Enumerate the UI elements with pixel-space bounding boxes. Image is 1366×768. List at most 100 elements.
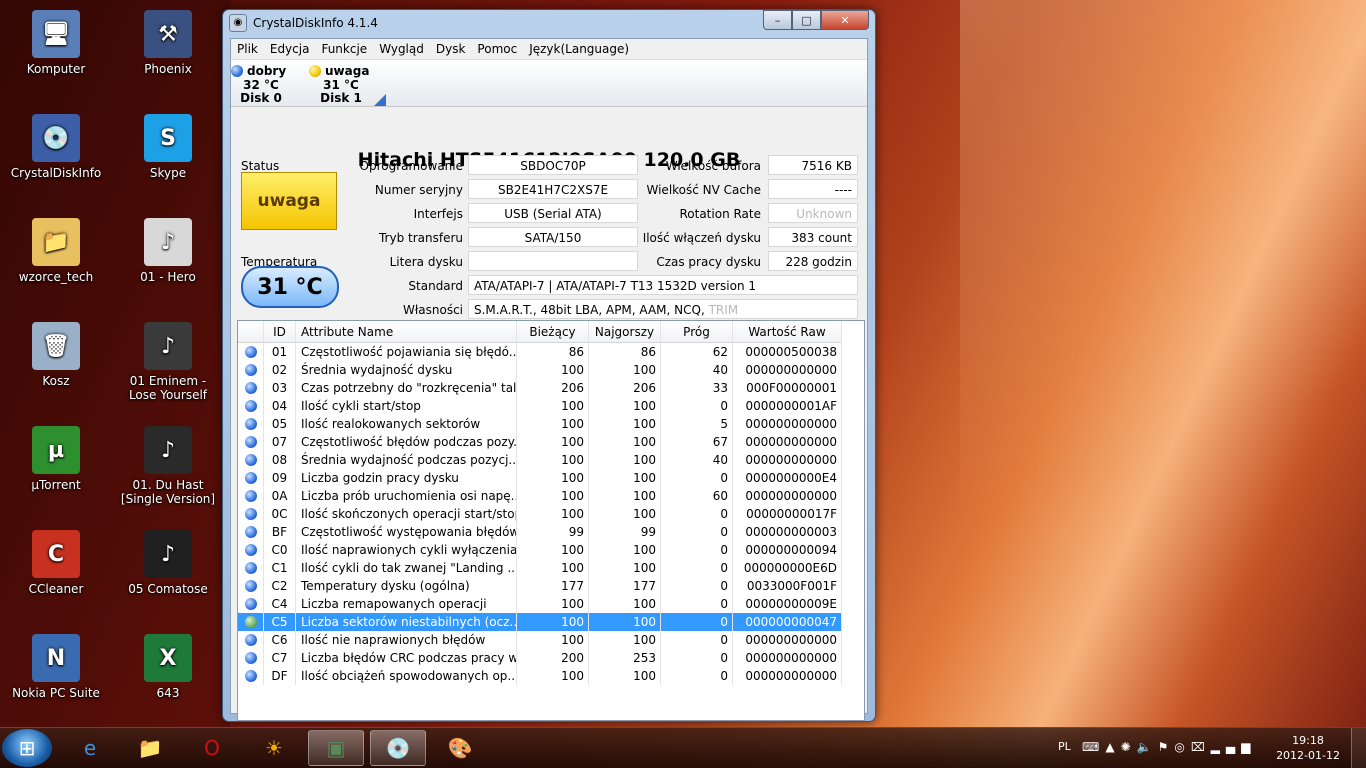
- status-icon-cell: [238, 523, 264, 541]
- taskbar-opera-icon[interactable]: O: [184, 730, 240, 766]
- attribute-worst: 100: [589, 631, 661, 649]
- power-hours-value: 228 godzin: [768, 251, 858, 271]
- table-row[interactable]: DF Ilość obciążeń spowodowanych op... 100 1…: [238, 667, 842, 685]
- desktop-icon[interactable]: 🗑 Kosz: [8, 322, 104, 388]
- menu-wyglad[interactable]: Wygląd: [373, 42, 430, 56]
- show-desktop-button[interactable]: [1351, 728, 1366, 768]
- table-row[interactable]: 05 Ilość realokowanych sektorów 100 100 5 000…: [238, 415, 842, 433]
- taskbar-explorer-icon[interactable]: 📁: [122, 730, 178, 766]
- taskbar-paint-icon[interactable]: 🎨: [432, 730, 488, 766]
- serial-label: Numer seryjny: [374, 183, 463, 197]
- desktop-icon[interactable]: 💿 CrystalDiskInfo: [8, 114, 104, 180]
- table-row[interactable]: 07 Częstotliwość błędów podczas pozy... 10…: [238, 433, 842, 451]
- desktop-icon[interactable]: ♪ 01 - Hero: [120, 218, 216, 284]
- status-good-icon: [244, 598, 257, 610]
- signal-icon[interactable]: ▂▄▆: [1211, 740, 1257, 754]
- menu-funkcje[interactable]: Funkcje: [315, 42, 373, 56]
- network-status-icon[interactable]: ◎: [1174, 740, 1190, 754]
- table-row[interactable]: 02 Średnia wydajność dysku 100 100 40 0000000…: [238, 361, 842, 379]
- attribute-name: Czas potrzebny do "rozkręcenia" tal...: [296, 379, 517, 397]
- close-button[interactable]: ✕: [821, 10, 869, 30]
- disk-1-button[interactable]: uwaga 31 °C Disk 1: [309, 64, 373, 104]
- smart-attributes-table[interactable]: ID Attribute Name Bieżący Najgorszy Próg…: [237, 320, 865, 721]
- attribute-id: 07: [264, 433, 296, 451]
- table-row[interactable]: C0 Ilość naprawionych cykli wyłączenia 100…: [238, 541, 842, 559]
- menu-pomoc[interactable]: Pomoc: [471, 42, 523, 56]
- table-row[interactable]: C2 Temperatury dysku (ogólna) 177 177 0 00330…: [238, 577, 842, 595]
- table-row[interactable]: 0C Ilość skończonych operacji start/stop 1…: [238, 505, 842, 523]
- status-icon-cell: [238, 379, 264, 397]
- desktop-icon[interactable]: ♪ 01. Du Hast [Single Version]: [120, 426, 216, 506]
- table-row[interactable]: 04 Ilość cykli start/stop 100 100 0 000000000…: [238, 397, 842, 415]
- status-icon-cell: [238, 631, 264, 649]
- attribute-worst: 253: [589, 649, 661, 667]
- header-raw-value[interactable]: Wartość Raw: [733, 321, 842, 343]
- language-indicator[interactable]: PL: [1058, 740, 1071, 753]
- attribute-id: 09: [264, 469, 296, 487]
- attribute-worst: 100: [589, 559, 661, 577]
- menu-plik[interactable]: Plik: [231, 42, 264, 56]
- attribute-threshold: 0: [661, 613, 733, 631]
- maximize-button[interactable]: □: [792, 10, 821, 30]
- keyboard-icon[interactable]: ⌨: [1082, 740, 1105, 754]
- table-row[interactable]: C7 Liczba błędów CRC podczas pracy w... 20…: [238, 649, 842, 667]
- nvcache-value: ----: [768, 179, 858, 199]
- table-row[interactable]: C4 Liczba remapowanych operacji 100 100 0 000…: [238, 595, 842, 613]
- attribute-id: 01: [264, 343, 296, 361]
- power-hours-label: Czas pracy dysku: [656, 255, 761, 269]
- table-row[interactable]: 09 Liczba godzin pracy dysku 100 100 0 000000…: [238, 469, 842, 487]
- window-title: CrystalDiskInfo 4.1.4: [253, 16, 378, 30]
- attribute-worst: 100: [589, 667, 661, 685]
- status-icon-cell: [238, 397, 264, 415]
- header-worst[interactable]: Najgorszy: [589, 321, 661, 343]
- taskbar-monitor-icon[interactable]: ▣: [308, 730, 364, 766]
- attribute-threshold: 0: [661, 505, 733, 523]
- desktop-icon[interactable]: S Skype: [120, 114, 216, 180]
- desktop-icon[interactable]: ♪ 05 Comatose: [120, 530, 216, 596]
- menu-dysk[interactable]: Dysk: [430, 42, 472, 56]
- desktop-icon[interactable]: N Nokia PC Suite: [8, 634, 104, 700]
- attribute-name: Średnia wydajność dysku: [296, 361, 517, 379]
- taskbar-crystaldiskinfo-icon[interactable]: 💿: [370, 730, 426, 766]
- desktop-icon[interactable]: X 643: [120, 634, 216, 700]
- status-good-icon: [244, 364, 257, 376]
- desktop-icon-image: 🖥: [32, 10, 80, 58]
- volume-icon[interactable]: 🔈: [1137, 740, 1158, 754]
- taskbar-sun-icon[interactable]: ☀: [246, 730, 302, 766]
- table-row[interactable]: 01 Częstotliwość pojawiania się błędó... 8…: [238, 343, 842, 361]
- status-icon-cell: [238, 487, 264, 505]
- desktop-icon[interactable]: C CCleaner: [8, 530, 104, 596]
- desktop-icon-label: CCleaner: [28, 582, 84, 596]
- table-row[interactable]: 0A Liczba prób uruchomienia osi napę... 10…: [238, 487, 842, 505]
- show-hidden-icon[interactable]: ▲: [1105, 740, 1120, 754]
- header-attribute-name[interactable]: Attribute Name: [296, 321, 517, 343]
- flag-icon[interactable]: ⚑: [1158, 740, 1175, 754]
- table-row[interactable]: BF Częstotliwość występowania błędów... 99…: [238, 523, 842, 541]
- desktop-icon[interactable]: ♪ 01 Eminem - Lose Yourself: [120, 322, 216, 402]
- clock[interactable]: 19:18 2012-01-12: [1276, 733, 1340, 763]
- desktop-icon[interactable]: 📁 wzorce_tech: [8, 218, 104, 284]
- header-id[interactable]: ID: [264, 321, 296, 343]
- tray-icons: ⌨▲✺🔈⚑◎⌧▂▄▆: [1082, 740, 1256, 754]
- taskbar-internet-explorer-icon[interactable]: e: [62, 730, 118, 766]
- header-threshold[interactable]: Próg: [661, 321, 733, 343]
- table-row[interactable]: C5 Liczba sektorów niestabilnych (ocz... 1…: [238, 613, 842, 631]
- menu-edycja[interactable]: Edycja: [264, 42, 316, 56]
- table-row[interactable]: C1 Ilość cykli do tak zwanej "Landing ...…: [238, 559, 842, 577]
- start-button[interactable]: ⊞: [2, 729, 52, 767]
- table-row[interactable]: 08 Średnia wydajność podczas pozycj... 100…: [238, 451, 842, 469]
- desktop-icon[interactable]: µ µTorrent: [8, 426, 104, 492]
- antivirus-icon[interactable]: ✺: [1121, 740, 1137, 754]
- desktop-icon[interactable]: ⚒ Phoenix: [120, 10, 216, 76]
- desktop-icon-image: 💿: [32, 114, 80, 162]
- menu-language[interactable]: Język(Language): [523, 42, 635, 56]
- header-icon-col[interactable]: [238, 321, 264, 343]
- header-current[interactable]: Bieżący: [517, 321, 589, 343]
- table-row[interactable]: 03 Czas potrzebny do "rozkręcenia" tal...…: [238, 379, 842, 397]
- table-row[interactable]: C6 Ilość nie naprawionych błędów 100 100 0 00…: [238, 631, 842, 649]
- desktop-icon[interactable]: 🖥 Komputer: [8, 10, 104, 76]
- minimize-button[interactable]: –: [763, 10, 792, 30]
- disk-0-button[interactable]: dobry 32 °C Disk 0: [231, 64, 291, 104]
- usb-icon[interactable]: ⌧: [1191, 740, 1211, 754]
- health-status-badge[interactable]: uwaga: [241, 172, 337, 230]
